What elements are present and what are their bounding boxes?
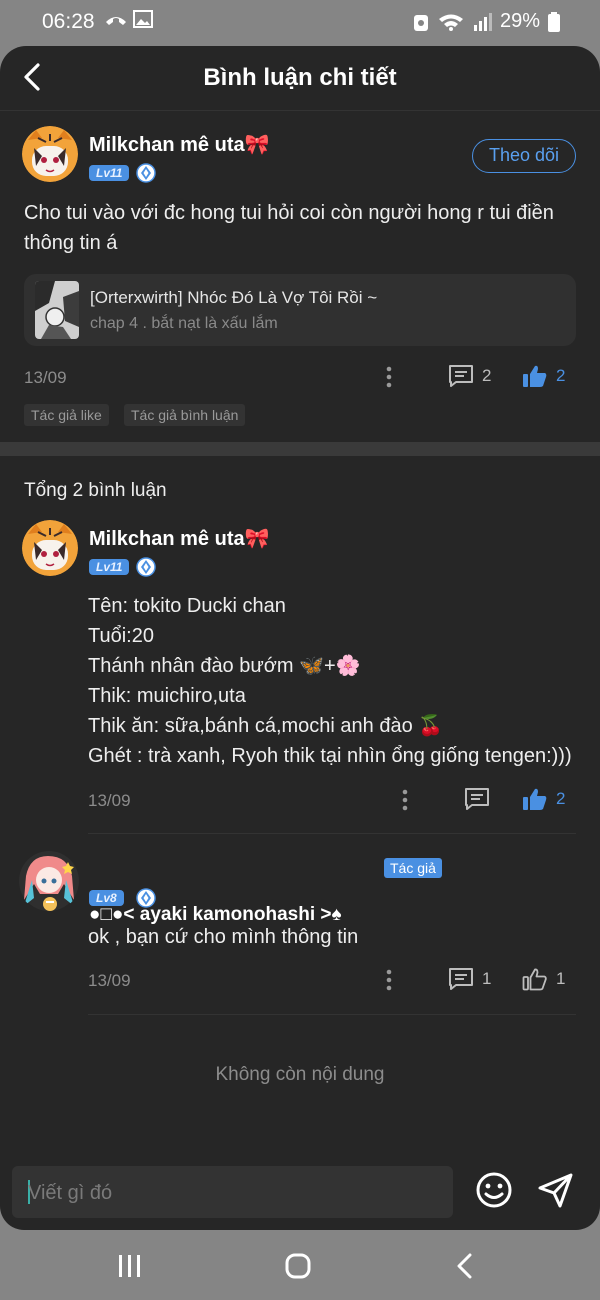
recent-apps-icon[interactable]	[110, 1250, 150, 1282]
missed-call-icon	[106, 17, 126, 25]
author-commented-tag: Tác giả bình luận	[124, 404, 246, 426]
signal-icon	[473, 12, 492, 31]
follow-button[interactable]: Theo dõi	[472, 139, 576, 173]
back-icon[interactable]	[446, 1250, 486, 1282]
status-time: 06:28	[42, 10, 95, 33]
gallery-icon	[133, 10, 154, 28]
like-button[interactable]: 2	[522, 787, 565, 811]
reply-button[interactable]	[464, 787, 490, 811]
comment-icon	[449, 968, 473, 990]
reply-line: Thik: muichiro,uta	[88, 685, 246, 707]
thumbs-up-outline-icon	[522, 968, 547, 991]
reply-count-button[interactable]: 1	[448, 967, 491, 991]
level-badge: Lv11	[89, 165, 130, 181]
battery-percent: 29%	[499, 10, 540, 32]
reply-count-button[interactable]: 2	[448, 364, 491, 388]
avatar[interactable]	[18, 850, 80, 912]
like-button[interactable]: 1	[522, 967, 565, 991]
reference-thumbnail	[35, 281, 79, 339]
comment-icon	[465, 788, 489, 810]
status-right: 29%	[412, 10, 560, 33]
total-comments-label: Tổng 2 bình luận	[24, 480, 167, 501]
verified-gem-icon	[136, 557, 156, 577]
thumbs-up-filled-icon	[523, 788, 547, 810]
verified-gem-icon	[136, 163, 156, 183]
post-text: Cho tui vào với đc hong tui hỏi coi còn …	[24, 202, 554, 254]
reply-divider	[88, 1014, 576, 1015]
reply-count: 2	[482, 366, 492, 385]
more-options-icon[interactable]	[386, 969, 392, 991]
emoji-icon[interactable]	[474, 1170, 514, 1210]
more-options-icon[interactable]	[386, 366, 392, 388]
comment-detail-sheet: Bình luận chi tiết Milkchan mê uta🎀 Lv11…	[0, 46, 600, 1230]
system-nav-bar	[0, 1230, 600, 1300]
reply-line: Thánh nhân đào bướm 🦋+🌸	[88, 655, 361, 677]
status-bar: 06:28 29%	[0, 0, 600, 46]
reply-line: Tên: tokito Ducki chan	[88, 595, 286, 617]
more-options-icon[interactable]	[402, 789, 408, 811]
like-count: 2	[556, 366, 566, 385]
level-badge: Lv8	[89, 890, 124, 906]
battery-icon	[548, 11, 560, 32]
like-count: 2	[556, 789, 566, 808]
thumbs-up-filled-icon	[523, 365, 547, 387]
reply-line: Ghét : trà xanh, Ryoh thik tại nhìn ổng …	[88, 745, 572, 767]
avatar[interactable]	[22, 520, 78, 576]
reference-subtitle: chap 4 . bắt nạt là xấu lắm	[90, 315, 278, 332]
author-liked-tag: Tác giả like	[24, 404, 109, 426]
status-notification-icons	[104, 10, 154, 33]
like-count: 1	[556, 969, 566, 988]
post-username[interactable]: Milkchan mê uta🎀	[89, 132, 270, 157]
comment-icon	[449, 365, 473, 387]
avatar[interactable]	[22, 126, 78, 182]
reference-card[interactable]: [Orterxwirth] Nhóc Đó Là Vợ Tôi Rồi ~ ch…	[24, 274, 576, 346]
reply-username[interactable]: Milkchan mê uta🎀	[89, 526, 270, 551]
author-badge: Tác giả	[384, 858, 442, 878]
header-divider	[0, 110, 600, 111]
section-separator	[0, 442, 600, 456]
send-icon[interactable]	[536, 1170, 576, 1210]
reply-line: Tuổi:20	[88, 625, 154, 647]
reply-text: ok , bạn cứ cho mình thông tin	[88, 926, 359, 948]
reply-count: 1	[482, 969, 492, 988]
like-button[interactable]: 2	[522, 364, 565, 388]
wifi-icon	[438, 14, 463, 31]
home-icon[interactable]	[278, 1250, 318, 1282]
end-of-content-label: Không còn nội dung	[215, 1064, 385, 1085]
reply-line: Thik ăn: sữa,bánh cá,mochi anh đào 🍒	[88, 715, 444, 737]
comment-input[interactable]	[26, 1166, 430, 1220]
post-date: 13/09	[24, 368, 67, 387]
reference-title: [Orterxwirth] Nhóc Đó Là Vợ Tôi Rồi ~	[90, 288, 378, 307]
reply-date: 13/09	[88, 791, 131, 810]
page-title: Bình luận chi tiết	[203, 64, 397, 91]
verified-gem-icon	[136, 888, 156, 908]
level-badge: Lv11	[89, 559, 130, 575]
header: Bình luận chi tiết	[0, 46, 600, 110]
recycle-icon	[413, 14, 428, 31]
reply-divider	[88, 833, 576, 834]
comment-input-container[interactable]	[12, 1166, 453, 1220]
reply-date: 13/09	[88, 971, 131, 990]
